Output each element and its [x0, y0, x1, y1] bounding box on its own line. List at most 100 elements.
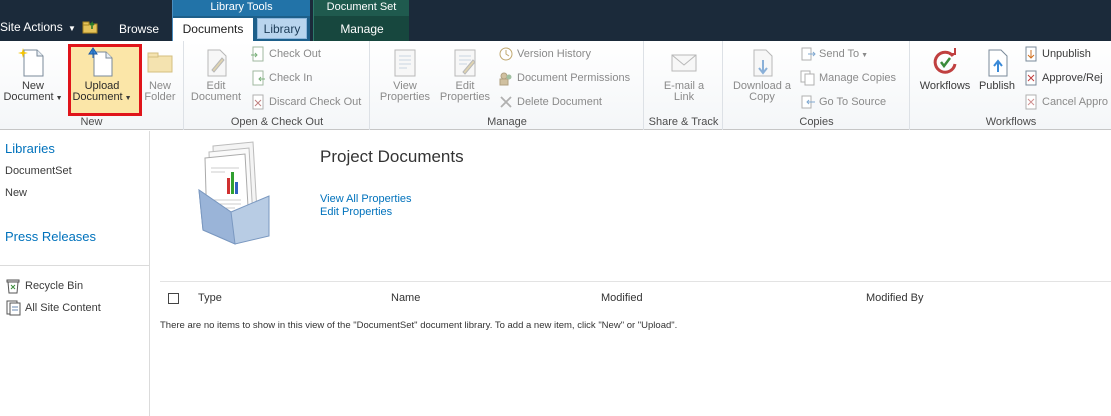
- send-to-icon: [801, 47, 816, 61]
- document-set-image: [198, 141, 270, 245]
- discard-check-out-label: Discard Check Out: [269, 96, 362, 108]
- select-all-checkbox[interactable]: [168, 293, 179, 304]
- tab-manage[interactable]: Manage: [314, 18, 410, 41]
- library-tools-context: Library Tools Documents Library: [172, 0, 310, 41]
- check-out-icon: [251, 46, 264, 62]
- chevron-down-icon: ▼: [53, 95, 63, 102]
- discard-check-out-button[interactable]: Discard Check Out: [250, 93, 361, 111]
- library-tools-label: Library Tools: [173, 0, 310, 16]
- nav-all-site-content[interactable]: All Site Content: [5, 300, 101, 316]
- go-to-source-icon: [801, 95, 815, 109]
- workflows-label: Workflows: [919, 80, 971, 92]
- version-history-label: Version History: [517, 48, 591, 60]
- download-copy-label-2: Copy: [749, 91, 775, 103]
- edit-document-icon: [207, 49, 227, 77]
- check-in-icon: [252, 70, 265, 86]
- tab-browse[interactable]: Browse: [108, 18, 170, 41]
- view-all-properties-link[interactable]: View All Properties: [320, 193, 412, 205]
- nav-item-documentset[interactable]: DocumentSet: [5, 165, 72, 177]
- edit-properties-link[interactable]: Edit Properties: [320, 206, 392, 218]
- page-title: Project Documents: [320, 147, 464, 166]
- group-label-manage: Manage: [487, 116, 527, 128]
- chevron-down-icon: ▼: [68, 24, 76, 33]
- go-to-source-button[interactable]: Go To Source: [800, 93, 886, 111]
- ribbon-group-copies: Download a Copy Send To ▼ Manage Copies …: [724, 41, 910, 130]
- nav-libraries-heading[interactable]: Libraries: [5, 141, 55, 156]
- manage-copies-button[interactable]: Manage Copies: [800, 69, 896, 87]
- upload-document-button[interactable]: Upload Document ▼: [70, 46, 134, 104]
- publish-label: Publish: [978, 80, 1016, 92]
- quick-launch: Libraries DocumentSet New Press Releases…: [0, 131, 150, 416]
- email-link-button[interactable]: E-mail a Link: [649, 46, 719, 103]
- new-document-label-2: Document: [3, 91, 54, 103]
- approve-reject-label: Approve/Rej: [1042, 72, 1103, 84]
- new-folder-label-2: Folder: [144, 91, 176, 103]
- workflows-button[interactable]: Workflows: [914, 46, 976, 92]
- view-properties-button[interactable]: View Properties: [375, 46, 435, 103]
- new-document-button[interactable]: New Document ▼: [2, 46, 64, 104]
- check-out-button[interactable]: Check Out: [250, 45, 321, 63]
- version-history-button[interactable]: Version History: [498, 45, 591, 63]
- cancel-approval-icon: [1025, 94, 1037, 110]
- unpublish-button[interactable]: Unpublish: [1023, 45, 1091, 63]
- new-folder-icon: [147, 52, 173, 73]
- group-label-copies: Copies: [799, 116, 834, 128]
- check-out-label: Check Out: [269, 48, 321, 60]
- chevron-down-icon: ▼: [122, 95, 132, 102]
- site-actions-menu[interactable]: Site Actions ▼: [0, 20, 76, 34]
- ribbon-group-open-checkout: Edit Document Check Out Check In Discard…: [185, 41, 370, 130]
- manage-copies-label: Manage Copies: [819, 72, 897, 84]
- ribbon-group-workflows: Workflows Publish Unpublish Approve/Rej …: [911, 41, 1111, 130]
- ribbon-group-new: New Document ▼ Upload Document ▼ New Fol…: [0, 41, 184, 130]
- ribbon: New Document ▼ Upload Document ▼ New Fol…: [0, 41, 1111, 130]
- nav-press-releases[interactable]: Press Releases: [5, 229, 96, 244]
- delete-document-button[interactable]: Delete Document: [498, 93, 602, 111]
- send-to-button[interactable]: Send To ▼: [800, 45, 868, 63]
- discard-check-out-icon: [252, 94, 264, 110]
- group-label-workflows: Workflows: [985, 116, 1037, 128]
- go-to-source-label: Go To Source: [819, 96, 887, 108]
- edit-document-button[interactable]: Edit Document: [187, 46, 245, 103]
- navigate-up-icon[interactable]: [82, 20, 100, 34]
- group-label-share-track: Share & Track: [648, 116, 719, 128]
- download-copy-button[interactable]: Download a Copy: [726, 46, 798, 103]
- document-set-context: Document Set Manage: [313, 0, 409, 41]
- column-header-modified[interactable]: Modified: [601, 292, 643, 304]
- cancel-approval-label: Cancel Appro: [1042, 96, 1109, 108]
- top-bar: Site Actions ▼ Browse Library Tools Docu…: [0, 0, 1111, 41]
- edit-properties-label-2: Properties: [439, 91, 491, 103]
- document-permissions-button[interactable]: Document Permissions: [498, 69, 630, 87]
- manage-copies-icon: [800, 70, 815, 86]
- approve-reject-icon: [1025, 70, 1037, 86]
- approve-reject-button[interactable]: Approve/Rej: [1023, 69, 1103, 87]
- permissions-icon: [499, 72, 512, 86]
- email-icon: [671, 54, 697, 72]
- publish-button[interactable]: Publish: [975, 46, 1019, 92]
- tab-documents[interactable]: Documents: [173, 18, 253, 41]
- view-properties-label-2: Properties: [379, 91, 431, 103]
- edit-properties-icon: [454, 49, 476, 77]
- check-in-button[interactable]: Check In: [250, 69, 312, 87]
- all-site-content-icon: [6, 300, 21, 316]
- column-header-name[interactable]: Name: [391, 292, 420, 304]
- list-divider: [160, 281, 1111, 282]
- delete-icon: [500, 96, 512, 108]
- ribbon-group-manage: View Properties Edit Properties Version …: [371, 41, 644, 130]
- column-header-type[interactable]: Type: [198, 292, 222, 304]
- view-properties-icon: [394, 49, 416, 77]
- nav-item-new[interactable]: New: [5, 187, 27, 199]
- all-site-content-label: All Site Content: [25, 302, 101, 314]
- cancel-approval-button[interactable]: Cancel Appro: [1023, 93, 1108, 111]
- nav-recycle-bin[interactable]: Recycle Bin: [5, 278, 83, 294]
- empty-list-message: There are no items to show in this view …: [160, 320, 678, 331]
- unpublish-label: Unpublish: [1042, 48, 1091, 60]
- recycle-bin-icon: [6, 279, 20, 294]
- send-to-label: Send To: [819, 48, 860, 60]
- document-permissions-label: Document Permissions: [517, 72, 631, 84]
- new-document-icon: [18, 48, 44, 77]
- column-header-modified-by[interactable]: Modified By: [866, 292, 923, 304]
- delete-document-label: Delete Document: [517, 96, 602, 108]
- edit-properties-button[interactable]: Edit Properties: [435, 46, 495, 103]
- tab-library[interactable]: Library: [257, 18, 307, 39]
- new-folder-button[interactable]: New Folder: [138, 46, 182, 103]
